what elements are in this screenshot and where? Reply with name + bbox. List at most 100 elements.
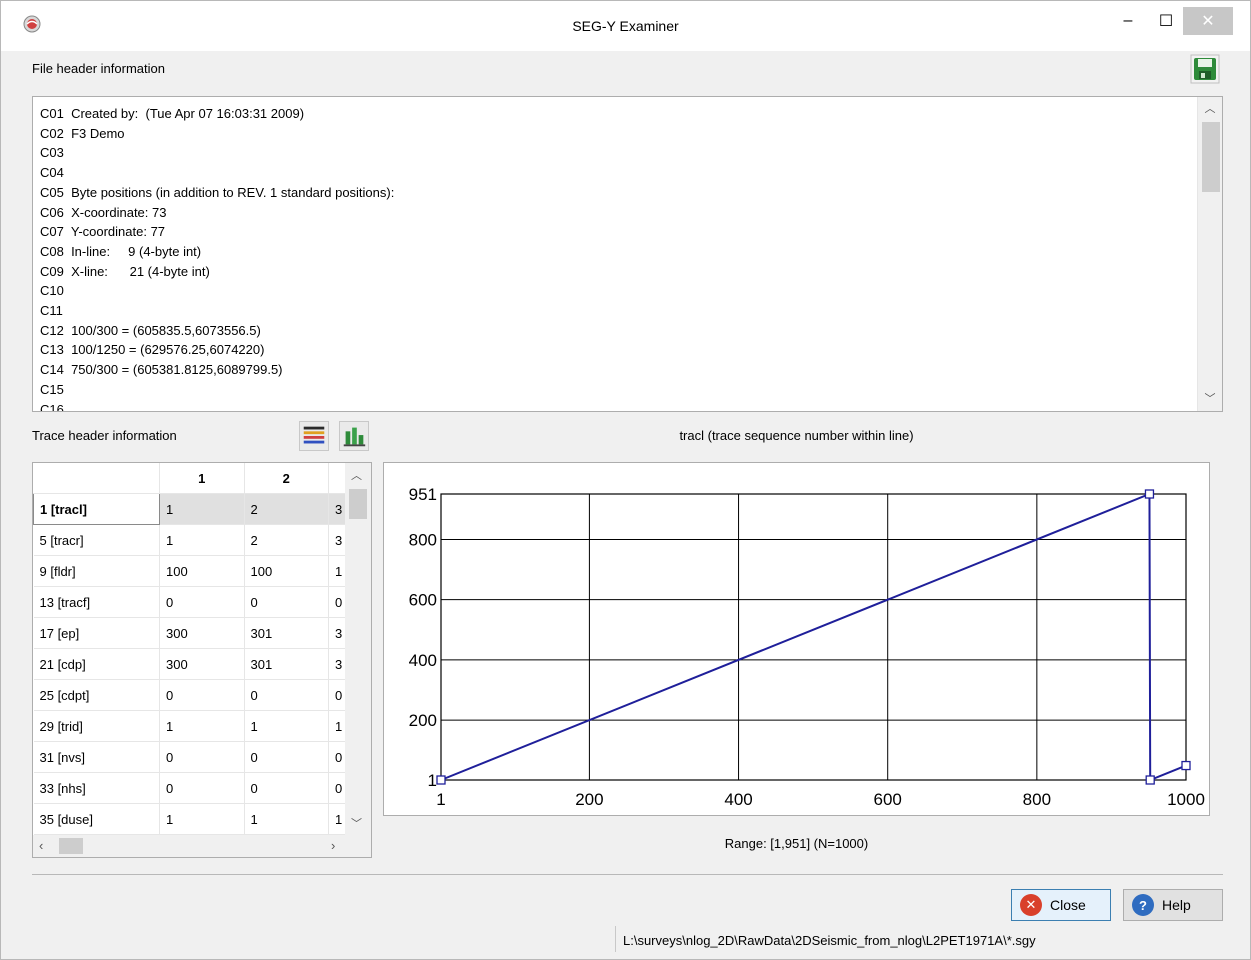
y-tick-label: 1 bbox=[428, 771, 437, 790]
column-header[interactable]: 2 bbox=[244, 463, 330, 494]
trace-header-table[interactable]: 1231 [tracl]1235 [tracr]1239 [fldr]10010… bbox=[32, 462, 372, 858]
file-header-line: C08 In-line: 9 (4-byte int) bbox=[40, 243, 202, 259]
table-row[interactable]: 33 [nhs] 0 0 0 bbox=[33, 772, 371, 804]
row-header[interactable]: 21 [cdp] bbox=[33, 648, 161, 680]
table-scroll-up-icon[interactable]: ︿ bbox=[351, 467, 362, 483]
scroll-up-icon[interactable]: ︿ bbox=[1198, 99, 1222, 119]
table-corner-cell bbox=[33, 463, 161, 494]
table-cell[interactable]: 301 bbox=[244, 617, 330, 649]
table-view-icon[interactable] bbox=[299, 421, 329, 451]
y-tick-label: 951 bbox=[409, 485, 437, 504]
table-cell[interactable]: 0 bbox=[244, 741, 330, 773]
trace-table-grid: 1231 [tracl]1235 [tracr]1239 [fldr]10010… bbox=[33, 463, 371, 835]
table-row[interactable]: 13 [tracf] 0 0 0 bbox=[33, 586, 371, 618]
close-button[interactable]: ✕ Close bbox=[1011, 889, 1111, 921]
table-row[interactable]: 17 [ep] 300 301 3 bbox=[33, 617, 371, 649]
plot-title: tracl (trace sequence number within line… bbox=[679, 428, 914, 443]
row-header[interactable]: 31 [nvs] bbox=[33, 741, 161, 773]
table-cell[interactable]: 2 bbox=[244, 524, 330, 556]
table-cell[interactable]: 0 bbox=[159, 679, 245, 711]
divider bbox=[32, 874, 1223, 875]
chart-view-icon[interactable] bbox=[339, 421, 369, 451]
file-header-line: C15 bbox=[40, 381, 64, 397]
file-header-line: C16 bbox=[40, 401, 64, 412]
table-cell[interactable]: 300 bbox=[159, 648, 245, 680]
table-cell[interactable]: 0 bbox=[244, 586, 330, 618]
help-question-icon: ? bbox=[1132, 894, 1154, 916]
file-header-line: C01 Created by: (Tue Apr 07 16:03:31 200… bbox=[40, 106, 305, 121]
trace-plot-svg: 1 200 400 600 800 10001200400600800951 bbox=[409, 485, 1205, 809]
table-cell[interactable]: 300 bbox=[159, 617, 245, 649]
table-scroll-right-icon[interactable]: › bbox=[331, 838, 335, 853]
row-header[interactable]: 33 [nhs] bbox=[33, 772, 161, 804]
table-horizontal-scrollbar[interactable]: ‹ › bbox=[33, 835, 371, 857]
table-cell[interactable]: 0 bbox=[159, 772, 245, 804]
table-row[interactable]: 25 [cdpt] 0 0 0 bbox=[33, 679, 371, 711]
table-cell[interactable]: 1 bbox=[159, 524, 245, 556]
status-separator bbox=[615, 926, 616, 952]
table-cell[interactable]: 1 bbox=[244, 710, 330, 742]
table-cell[interactable]: 301 bbox=[244, 648, 330, 680]
file-header-line: C10 bbox=[40, 283, 64, 299]
file-header-line: C02 F3 Demo bbox=[40, 125, 125, 141]
file-header-line: C12 100/300 = (605835.5,6073556.5) bbox=[40, 322, 261, 338]
data-point bbox=[1144, 489, 1155, 499]
row-header[interactable]: 25 [cdpt] bbox=[33, 679, 161, 711]
trace-header-label: Trace header information bbox=[32, 428, 177, 443]
table-row[interactable]: 5 [tracr] 1 2 3 bbox=[33, 524, 371, 556]
file-header-line: C07 Y-coordinate: 77 bbox=[40, 224, 166, 240]
file-header-line: C11 bbox=[40, 303, 63, 319]
table-scroll-down-icon[interactable]: ﹀ bbox=[351, 815, 362, 831]
plot-area bbox=[440, 493, 1187, 781]
table-cell[interactable]: 0 bbox=[159, 741, 245, 773]
table-cell[interactable]: 1 bbox=[159, 803, 245, 835]
table-cell[interactable]: 1 bbox=[159, 710, 245, 742]
data-point bbox=[1181, 760, 1191, 771]
row-header[interactable]: 13 [tracf] bbox=[33, 586, 161, 618]
row-header[interactable]: 17 [ep] bbox=[33, 617, 161, 649]
file-header-line: C03 bbox=[40, 145, 64, 161]
data-point bbox=[436, 775, 446, 785]
table-cell[interactable]: 100 bbox=[244, 555, 330, 587]
scroll-thumb[interactable] bbox=[1202, 122, 1220, 192]
table-cell[interactable]: 0 bbox=[244, 772, 330, 804]
table-cell[interactable]: 0 bbox=[159, 586, 245, 618]
table-scroll-left-icon[interactable]: ‹ bbox=[39, 838, 43, 853]
table-row[interactable]: 29 [trid] 1 1 1 bbox=[33, 710, 371, 742]
table-cell[interactable]: 1 bbox=[159, 493, 245, 525]
column-header[interactable]: 1 bbox=[159, 463, 245, 494]
table-vertical-scrollbar[interactable]: ︿ ﹀ bbox=[345, 463, 371, 835]
scroll-down-icon[interactable]: ﹀ bbox=[1198, 389, 1222, 409]
y-tick-label: 600 bbox=[409, 591, 437, 610]
file-header-textarea[interactable]: C01 Created by: (Tue Apr 07 16:03:31 200… bbox=[32, 96, 1223, 412]
close-window-button[interactable]: ✕ bbox=[1183, 7, 1233, 35]
table-cell[interactable]: 2 bbox=[244, 493, 330, 525]
row-header[interactable]: 5 [tracr] bbox=[33, 524, 161, 556]
file-path: L:\surveys\nlog_2D\RawData\2DSeismic_fro… bbox=[623, 933, 1036, 948]
save-icon[interactable] bbox=[1190, 54, 1220, 84]
table-row[interactable]: 35 [duse] 1 1 1 bbox=[33, 803, 371, 835]
x-tick-label: 200 bbox=[575, 790, 603, 809]
help-button[interactable]: ? Help bbox=[1123, 889, 1223, 921]
row-header[interactable]: 29 [trid] bbox=[33, 710, 161, 742]
file-header-line: C14 750/300 = (605381.8125,6089799.5) bbox=[40, 362, 283, 378]
row-header[interactable]: 35 [duse] bbox=[33, 803, 161, 835]
table-row[interactable]: 21 [cdp] 300 301 3 bbox=[33, 648, 371, 680]
file-header-scrollbar[interactable]: ︿ ﹀ bbox=[1197, 97, 1222, 411]
table-cell[interactable]: 0 bbox=[244, 679, 330, 711]
table-cell[interactable]: 1 bbox=[244, 803, 330, 835]
row-header[interactable]: 1 [tracl] bbox=[33, 493, 161, 525]
title-bar[interactable]: SEG-Y Examiner – ☐ ✕ bbox=[1, 1, 1250, 51]
x-tick-label: 800 bbox=[1023, 790, 1051, 809]
table-scroll-thumb[interactable] bbox=[349, 489, 367, 519]
data-point bbox=[1145, 775, 1155, 785]
table-hscroll-thumb[interactable] bbox=[59, 838, 83, 854]
table-cell[interactable]: 100 bbox=[159, 555, 245, 587]
window-title: SEG-Y Examiner bbox=[572, 18, 679, 34]
close-button-label: Close bbox=[1050, 897, 1086, 913]
table-row[interactable]: 9 [fldr] 100 100 1 bbox=[33, 555, 371, 587]
table-row[interactable]: 31 [nvs] 0 0 0 bbox=[33, 741, 371, 773]
file-header-lines: C01 Created by: (Tue Apr 07 16:03:31 200… bbox=[40, 104, 394, 412]
table-row[interactable]: 1 [tracl] 1 2 3 bbox=[33, 493, 371, 525]
row-header[interactable]: 9 [fldr] bbox=[33, 555, 161, 587]
